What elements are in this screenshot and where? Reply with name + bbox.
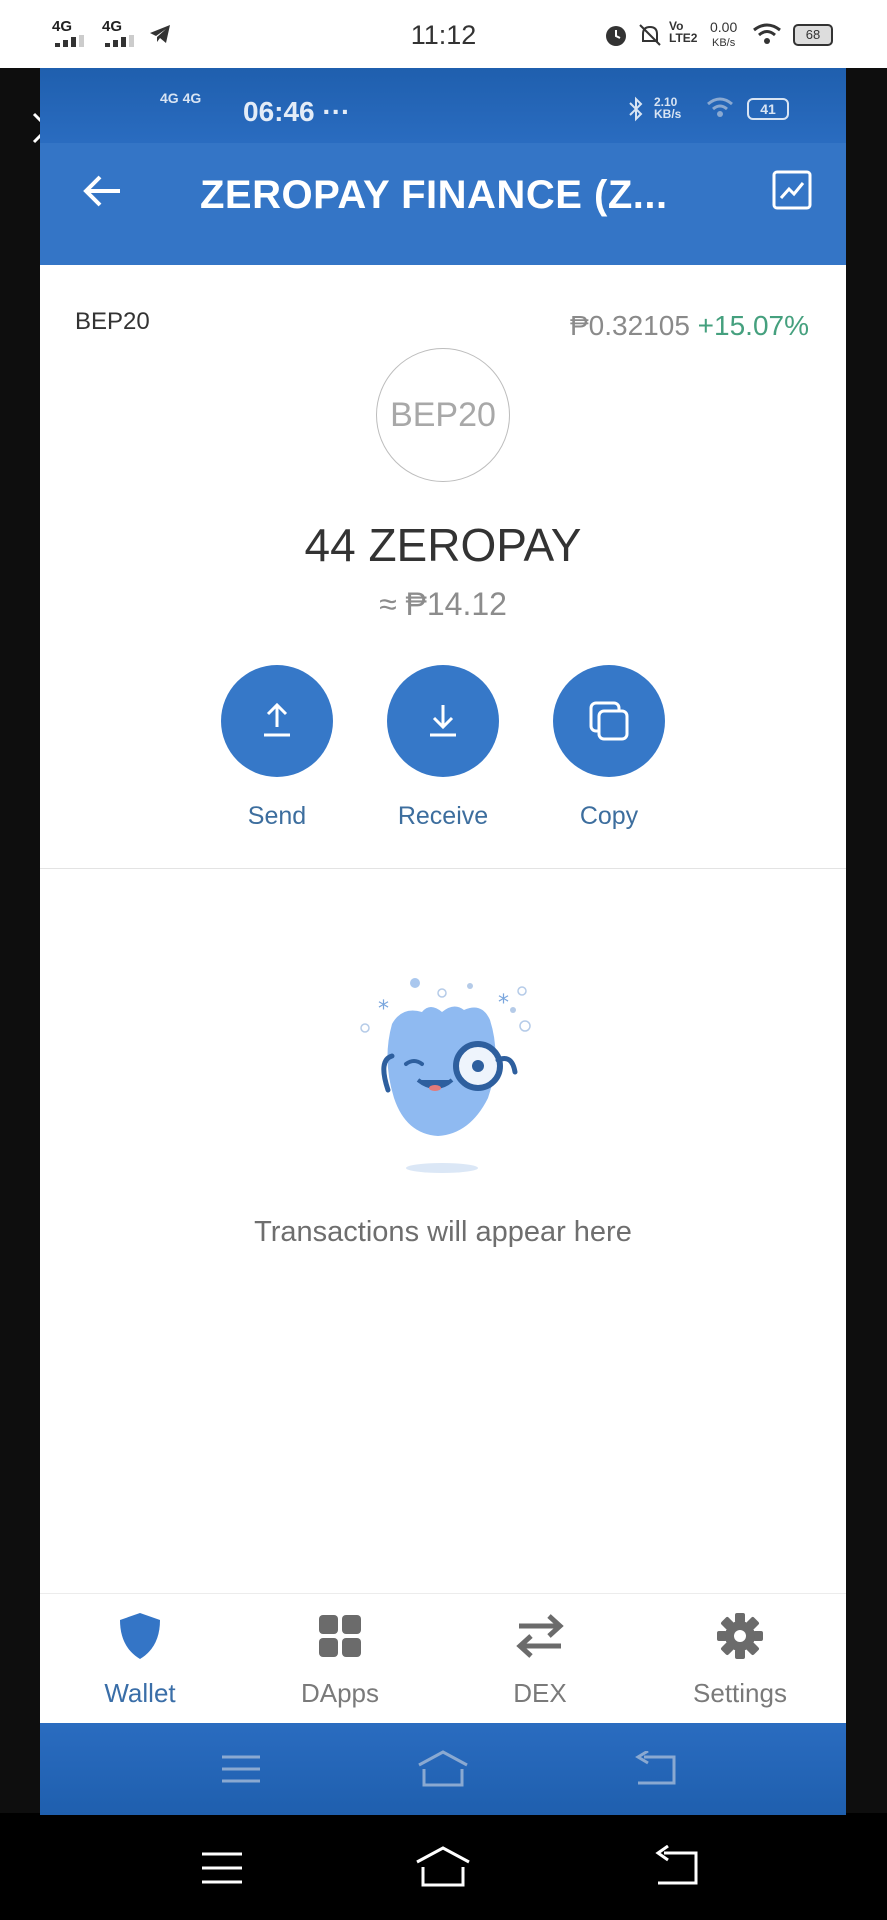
app-clock: 06:46 ··· bbox=[243, 96, 351, 127]
token-balance: 44 ZEROPAY bbox=[304, 519, 582, 571]
app-screen: 4G 4G 06:46 ··· 2.10 KB/s 41 ZEROPAY FINA… bbox=[40, 68, 846, 1815]
alarm-icon bbox=[606, 26, 626, 46]
back-icon[interactable] bbox=[652, 1845, 700, 1887]
copy-icon bbox=[589, 701, 629, 741]
download-arrow-icon bbox=[430, 705, 456, 737]
receive-label[interactable]: Receive bbox=[363, 802, 523, 831]
wifi-icon bbox=[753, 23, 781, 44]
app-net-speed: 2.10 KB/s bbox=[654, 95, 682, 121]
receive-button[interactable] bbox=[387, 665, 499, 777]
empty-state-mascot-icon: * * bbox=[360, 978, 531, 1173]
back-arrow-icon[interactable] bbox=[82, 173, 124, 209]
send-button[interactable] bbox=[221, 665, 333, 777]
volte-label: Vo LTE2 bbox=[669, 19, 698, 45]
nav-settings-label: Settings bbox=[693, 1678, 787, 1708]
token-logo: BEP20 bbox=[376, 348, 510, 482]
gear-icon bbox=[717, 1613, 763, 1659]
home-icon[interactable] bbox=[414, 1845, 472, 1889]
section-divider bbox=[40, 868, 846, 869]
phone-navigation-bar bbox=[0, 1815, 887, 1920]
upload-arrow-icon bbox=[264, 702, 290, 737]
token-price: ₱0.32105 +15.07% bbox=[570, 310, 809, 342]
nav-dex-label: DEX bbox=[513, 1678, 567, 1708]
send-label[interactable]: Send bbox=[197, 802, 357, 831]
back-icon[interactable] bbox=[634, 1751, 676, 1787]
battery-icon: 41 bbox=[747, 98, 789, 120]
shield-icon bbox=[120, 1613, 160, 1659]
empty-state-text: Transactions will appear here bbox=[254, 1216, 632, 1248]
nav-wallet-label: Wallet bbox=[104, 1678, 176, 1708]
wifi-icon bbox=[707, 97, 733, 117]
chart-icon[interactable] bbox=[772, 170, 812, 210]
mute-bell-icon bbox=[639, 24, 661, 46]
app-system-nav bbox=[40, 1723, 846, 1815]
price-change: +15.07% bbox=[697, 310, 809, 341]
nav-wallet[interactable]: Wallet bbox=[40, 1594, 240, 1724]
svg-text:*: * bbox=[498, 991, 509, 1016]
copy-button[interactable] bbox=[553, 665, 665, 777]
nav-dapps[interactable]: DApps bbox=[240, 1594, 440, 1724]
apps-grid-icon bbox=[319, 1615, 361, 1657]
bluetooth-icon bbox=[629, 96, 643, 122]
page-title: ZEROPAY FINANCE (Z... bbox=[200, 173, 668, 217]
svg-text:*: * bbox=[378, 997, 389, 1022]
outer-status-bar: 4G 4G 11:12 Vo LTE2 0.00 KB/s 68 bbox=[0, 0, 887, 68]
battery-icon: 68 bbox=[793, 24, 833, 46]
copy-label[interactable]: Copy bbox=[529, 802, 689, 831]
menu-icon[interactable] bbox=[220, 1753, 262, 1785]
fiat-balance: ≈ ₱14.12 bbox=[379, 586, 507, 622]
bottom-nav: Wallet DApps DEX Settings bbox=[40, 1593, 846, 1723]
app-network: 4G 4G bbox=[160, 90, 202, 106]
nav-dapps-label: DApps bbox=[300, 1678, 380, 1708]
price-value: ₱0.32105 bbox=[570, 310, 690, 341]
nav-settings[interactable]: Settings bbox=[640, 1594, 840, 1724]
home-icon[interactable] bbox=[416, 1749, 470, 1789]
nav-dex[interactable]: DEX bbox=[440, 1594, 640, 1724]
app-status-bar: 4G 4G 06:46 ··· 2.10 KB/s 41 bbox=[40, 68, 846, 143]
menu-icon[interactable] bbox=[200, 1850, 244, 1886]
swap-arrows-icon bbox=[516, 1614, 564, 1658]
network-label: BEP20 bbox=[75, 308, 150, 335]
net-speed: 0.00 KB/s bbox=[710, 19, 738, 49]
